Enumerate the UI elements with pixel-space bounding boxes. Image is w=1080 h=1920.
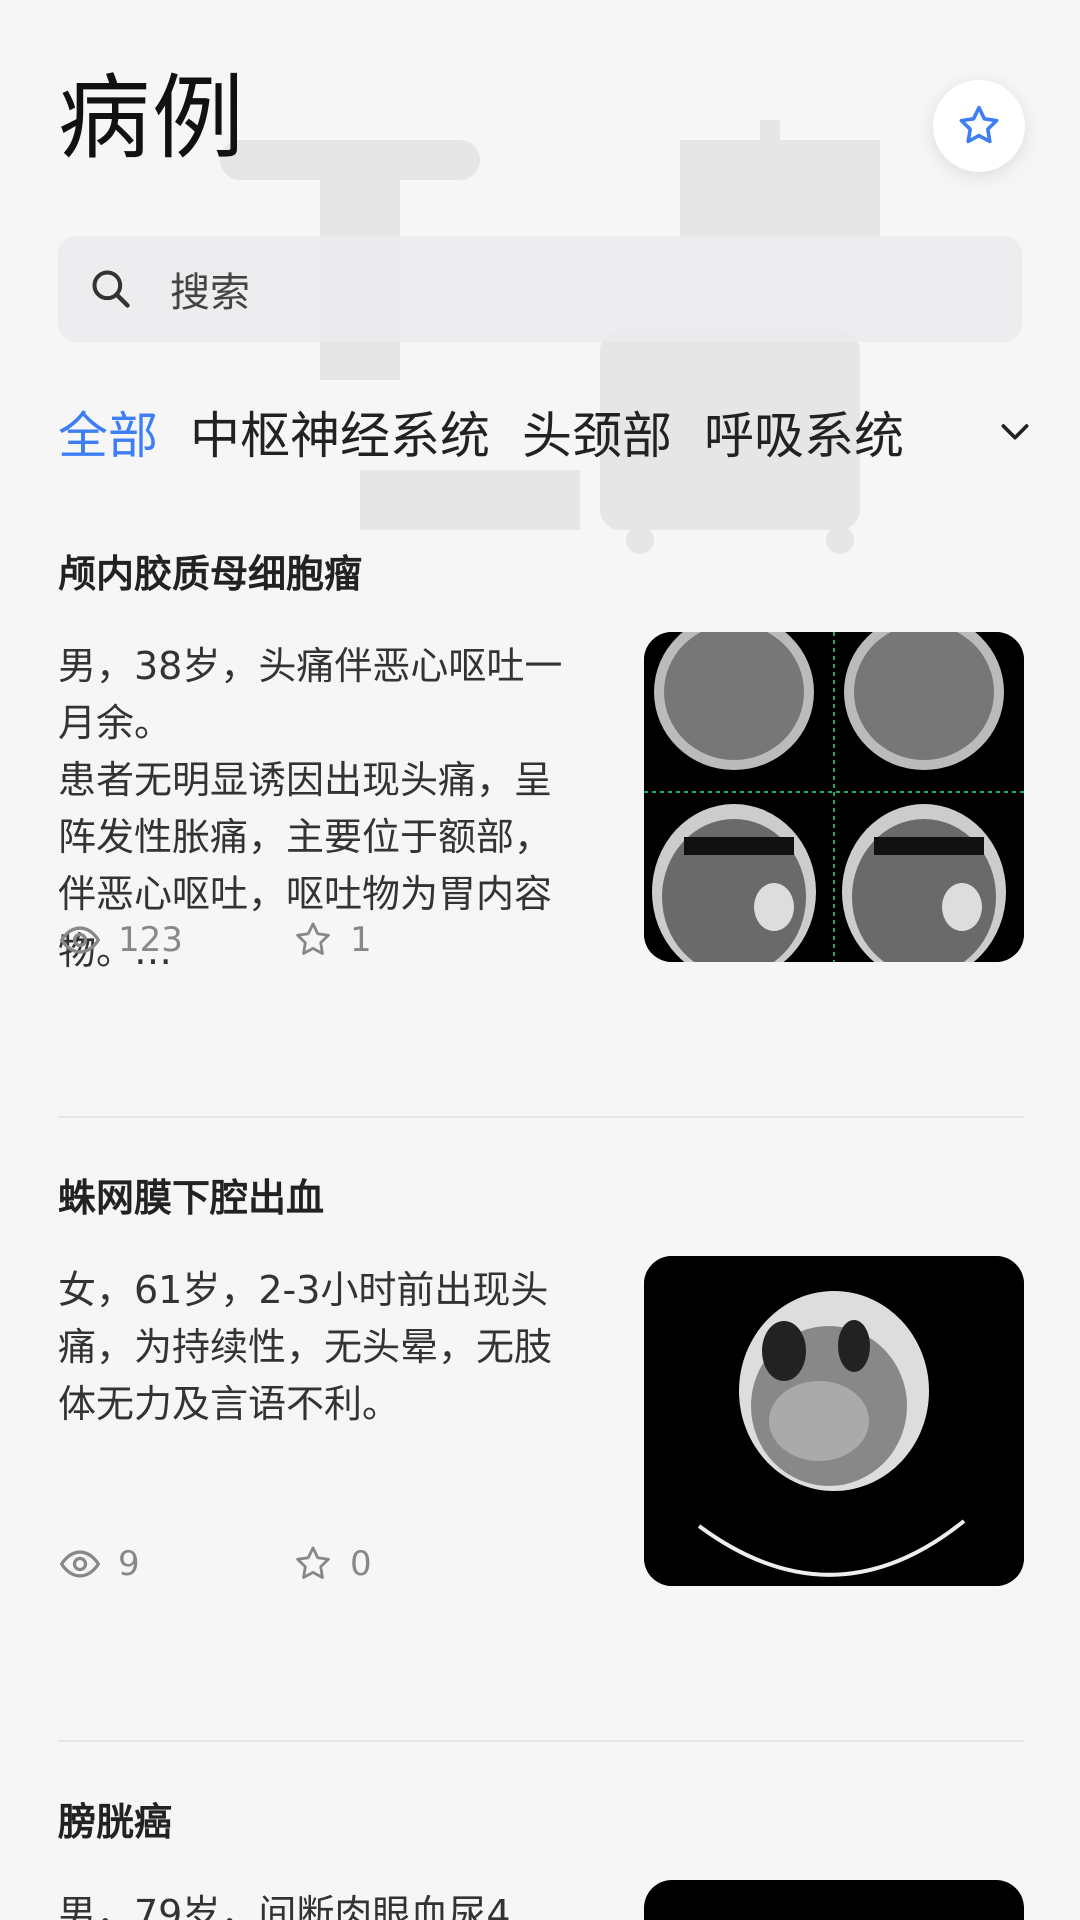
views-count: 123 <box>58 918 292 962</box>
case-card[interactable]: 蛛网膜下腔出血 女，61岁，2-3小时前出现头痛，为持续性，无头晕，无肢体无力及… <box>58 1176 1024 1746</box>
case-title: 膀胱癌 <box>58 1800 173 1844</box>
case-card[interactable]: 膀胱癌 男，79岁，间断肉眼血尿4 <box>58 1800 1024 1920</box>
star-icon <box>959 105 999 144</box>
chevron-down-icon <box>1001 424 1029 440</box>
favorites-count[interactable]: 1 <box>292 919 372 961</box>
case-title: 颅内胶质母细胞瘤 <box>58 552 363 596</box>
case-summary: 男，79岁，间断肉眼血尿4 <box>58 1892 511 1920</box>
search-bar[interactable]: 搜索 <box>58 236 1022 342</box>
case-thumbnail <box>644 632 1024 962</box>
case-summary: 男，38岁，头痛伴恶心呕吐一月余。 <box>58 644 563 745</box>
cases-page: 病例 搜索 全部 中枢神经系统 头颈部 呼吸系统 颅内胶质母细胞瘤 男，38岁，… <box>0 0 1080 1920</box>
favorites-value: 0 <box>350 1544 372 1584</box>
expand-tabs-button[interactable] <box>950 396 1080 466</box>
tab-respiratory-system[interactable]: 呼吸系统 <box>704 396 904 468</box>
category-tabs: 全部 中枢神经系统 头颈部 呼吸系统 <box>58 392 1080 472</box>
case-summary: 女，61岁，2-3小时前出现头痛，为持续性，无头晕，无肢体无力及言语不利。 <box>58 1268 553 1426</box>
divider <box>58 1740 1024 1742</box>
views-count: 9 <box>58 1542 292 1586</box>
case-thumbnail <box>644 1880 1024 1920</box>
case-stats: 9 0 <box>58 1542 372 1586</box>
tab-central-nervous-system[interactable]: 中枢神经系统 <box>190 396 490 468</box>
eye-icon <box>59 1550 101 1578</box>
case-summary-block: 女，61岁，2-3小时前出现头痛，为持续性，无头晕，无肢体无力及言语不利。 <box>58 1262 588 1433</box>
case-summary-block: 男，79岁，间断肉眼血尿4 <box>58 1886 588 1920</box>
star-outline-icon <box>296 922 330 955</box>
case-card[interactable]: 颅内胶质母细胞瘤 男，38岁，头痛伴恶心呕吐一月余。 患者无明显诱因出现头痛，呈… <box>58 552 1024 1122</box>
favorites-value: 1 <box>350 920 372 960</box>
favorites-button[interactable] <box>933 80 1025 172</box>
star-outline-icon <box>296 1546 330 1579</box>
views-value: 9 <box>118 1544 140 1584</box>
tab-head-neck[interactable]: 头颈部 <box>522 396 672 468</box>
eye-icon <box>59 926 101 954</box>
page-title: 病例 <box>58 65 247 172</box>
tab-all[interactable]: 全部 <box>58 396 158 468</box>
case-title: 蛛网膜下腔出血 <box>58 1176 325 1220</box>
favorites-count[interactable]: 0 <box>292 1543 372 1585</box>
search-placeholder: 搜索 <box>170 270 250 316</box>
case-stats: 123 1 <box>58 918 372 962</box>
divider <box>58 1116 1024 1118</box>
views-value: 123 <box>118 920 183 960</box>
search-icon <box>86 264 136 314</box>
case-thumbnail <box>644 1256 1024 1586</box>
